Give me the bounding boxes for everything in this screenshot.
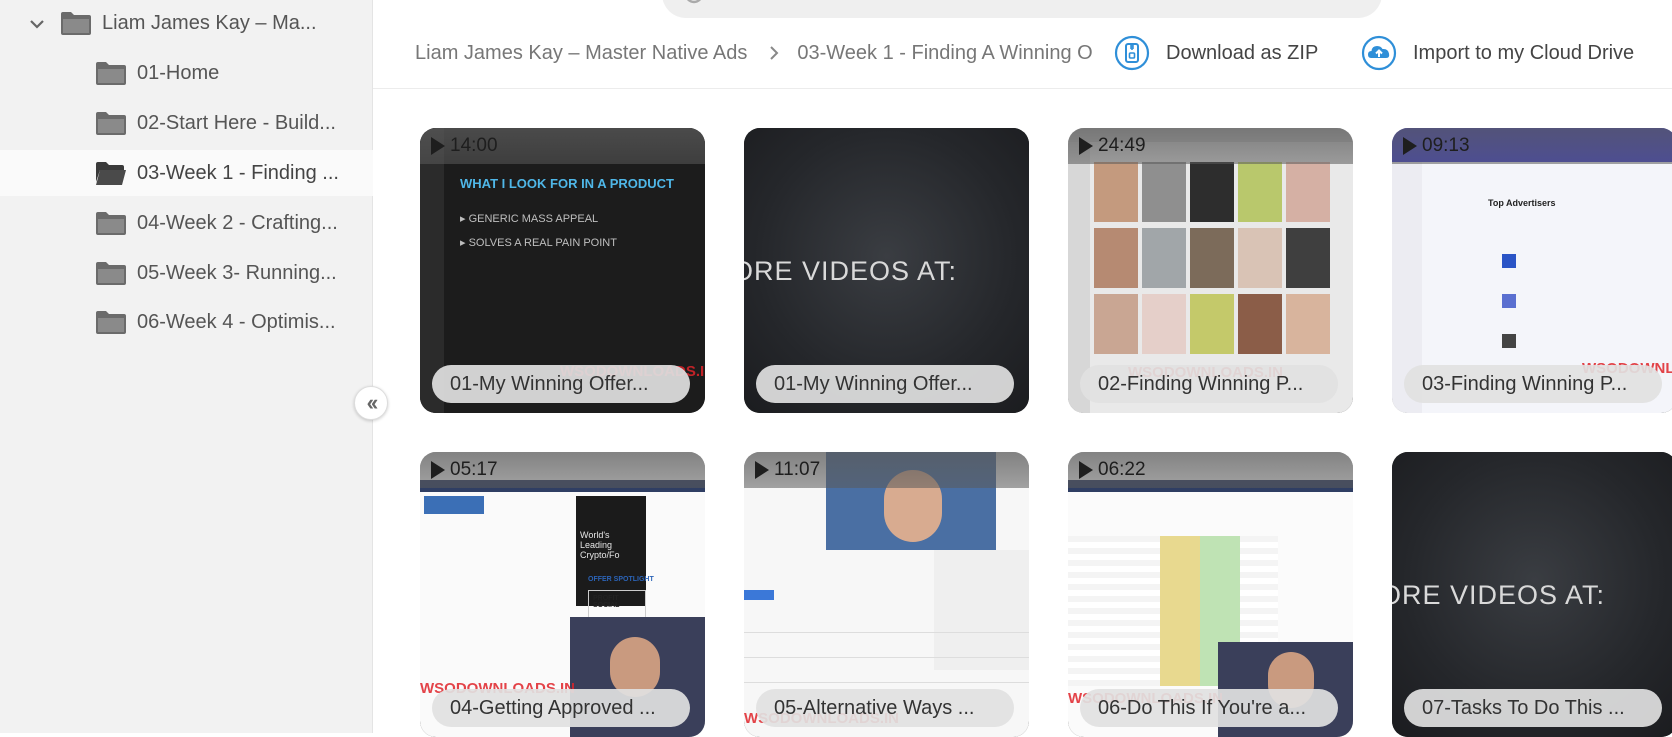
video-duration-bar: 24:49 <box>1068 128 1353 164</box>
chevron-down-icon[interactable] <box>28 15 46 33</box>
top-advertisers-text: Top Advertisers <box>1488 198 1556 208</box>
chevron-right-icon <box>770 46 779 60</box>
breadcrumb: Liam James Kay – Master Native Ads 03-We… <box>415 38 1102 68</box>
video-title: 06-Do This If You're a... <box>1098 696 1307 719</box>
tree-root-label: Liam James Kay – Ma... <box>102 12 317 34</box>
tree-root-folder[interactable]: Liam James Kay – Ma... <box>0 0 373 46</box>
video-title-pill[interactable]: 03-Finding Winning P... <box>1404 365 1662 403</box>
video-duration-bar: 09:13 <box>1392 128 1672 164</box>
folder-icon <box>96 262 126 285</box>
sidebar-item-label: 06-Week 4 - Optimis... <box>137 311 336 333</box>
video-duration: 09:13 <box>1422 135 1470 156</box>
folder-icon <box>96 311 126 334</box>
video-card[interactable]: World's Leading Crypto/Fo OFFER SPOTLIGH… <box>420 452 705 737</box>
video-card[interactable]: WSODOWNLOADS.IN 11:07 05-Alternative Way… <box>744 452 1029 737</box>
folder-icon <box>96 212 126 235</box>
breadcrumb-item-root[interactable]: Liam James Kay – Master Native Ads <box>415 42 747 65</box>
download-zip-label: Download as ZIP <box>1166 41 1319 64</box>
video-card[interactable]: WSODOWNLOADS.IN 06:22 06-Do This If You'… <box>1068 452 1353 737</box>
video-title: 03-Finding Winning P... <box>1422 372 1628 395</box>
sidebar-item-03-week-1[interactable]: 03-Week 1 - Finding ... <box>0 150 373 196</box>
folder-open-icon <box>96 162 126 185</box>
play-icon[interactable] <box>431 137 445 155</box>
sidebar-item-label: 04-Week 2 - Crafting... <box>137 212 338 234</box>
sidebar-item-06-week-4[interactable]: 06-Week 4 - Optimis... <box>0 299 373 345</box>
play-icon[interactable] <box>431 461 445 479</box>
video-duration: 24:49 <box>1098 135 1146 156</box>
video-card[interactable]: ORE VIDEOS AT: 07-Tasks To Do This ... <box>1392 452 1672 737</box>
play-icon[interactable] <box>1403 137 1417 155</box>
more-videos-text: ORE VIDEOS AT: <box>1392 580 1606 610</box>
video-card[interactable]: WSODOWNLOADS.IN 24:49 02-Finding Winning… <box>1068 128 1353 413</box>
sidebar-item-04-week-2[interactable]: 04-Week 2 - Crafting... <box>0 200 373 246</box>
video-title-pill[interactable]: 06-Do This If You're a... <box>1080 689 1338 727</box>
video-duration: 06:22 <box>1098 459 1146 480</box>
video-card[interactable]: ORE VIDEOS AT: 01-My Winning Offer... <box>744 128 1029 413</box>
video-duration-bar: 06:22 <box>1068 452 1353 488</box>
search-bar[interactable] <box>662 0 1382 18</box>
sidebar-item-02-start-here[interactable]: 02-Start Here - Build... <box>0 100 373 146</box>
video-title-pill[interactable]: 01-My Winning Offer... <box>432 365 690 403</box>
video-duration: 05:17 <box>450 459 498 480</box>
slide-bullet-text: ▸ SOLVES A REAL PAIN POINT <box>460 237 617 249</box>
download-zip-button[interactable]: Download as ZIP <box>1114 34 1318 72</box>
sidebar-item-label: 01-Home <box>137 62 220 84</box>
video-title-pill[interactable]: 01-My Winning Offer... <box>756 365 1014 403</box>
search-icon <box>686 0 702 4</box>
slide-bullet-text: ▸ GENERIC MASS APPEAL <box>460 213 599 225</box>
video-duration: 11:07 <box>774 459 821 480</box>
video-duration-bar: 14:00 <box>420 128 705 164</box>
play-icon[interactable] <box>755 461 769 479</box>
video-title: 05-Alternative Ways ... <box>774 696 975 719</box>
cloud-upload-icon <box>1361 35 1397 71</box>
play-icon[interactable] <box>1079 461 1093 479</box>
video-duration-bar: 05:17 <box>420 452 705 488</box>
double-chevron-left-icon: ‹‹ <box>366 390 379 415</box>
video-title-pill[interactable]: 07-Tasks To Do This ... <box>1404 689 1662 727</box>
import-cloud-drive-label: Import to my Cloud Drive <box>1413 41 1635 64</box>
import-cloud-drive-button[interactable]: Import to my Cloud Drive <box>1361 34 1634 72</box>
header-divider <box>373 88 1672 89</box>
video-title-pill[interactable]: 05-Alternative Ways ... <box>756 689 1014 727</box>
sidebar-item-05-week-3[interactable]: 05-Week 3- Running... <box>0 250 373 296</box>
play-icon[interactable] <box>1079 137 1093 155</box>
video-title-pill[interactable]: 02-Finding Winning P... <box>1080 365 1338 403</box>
folder-icon <box>96 112 126 135</box>
video-title-pill[interactable]: 04-Getting Approved ... <box>432 689 690 727</box>
video-duration: 14:00 <box>450 135 498 156</box>
folder-icon <box>96 62 126 85</box>
sidebar-collapse-button[interactable]: ‹‹ <box>354 386 388 420</box>
offer-spotlight-text: OFFER SPOTLIGHT <box>588 576 654 583</box>
folder-icon <box>61 12 91 35</box>
video-card[interactable]: Top Advertisers WSODOWNLOADS.IN 09:13 03… <box>1392 128 1672 413</box>
slide-title-text: WHAT I LOOK FOR IN A PRODUCT <box>460 176 674 191</box>
worlds-leading-text: World's Leading Crypto/Fo <box>580 530 620 560</box>
sidebar-item-label: 05-Week 3- Running... <box>137 262 337 284</box>
video-title: 01-My Winning Offer... <box>774 372 973 395</box>
zip-download-icon <box>1114 35 1150 71</box>
video-card[interactable]: WHAT I LOOK FOR IN A PRODUCT ▸ GENERIC M… <box>420 128 705 413</box>
video-title: 02-Finding Winning P... <box>1098 372 1304 395</box>
sidebar-item-label: 03-Week 1 - Finding ... <box>137 162 339 184</box>
folder-tree-sidebar: Liam James Kay – Ma... 01-Home 02-Start … <box>0 0 373 733</box>
sidebar-item-01-home[interactable]: 01-Home <box>0 50 373 96</box>
video-title: 07-Tasks To Do This ... <box>1422 696 1625 719</box>
video-duration-bar: 11:07 <box>744 452 1029 488</box>
video-title: 04-Getting Approved ... <box>450 696 656 719</box>
video-title: 01-My Winning Offer... <box>450 372 649 395</box>
breadcrumb-item-current[interactable]: 03-Week 1 - Finding A Winning O <box>797 42 1102 65</box>
sidebar-item-label: 02-Start Here - Build... <box>137 112 336 134</box>
more-videos-text: ORE VIDEOS AT: <box>744 256 958 286</box>
